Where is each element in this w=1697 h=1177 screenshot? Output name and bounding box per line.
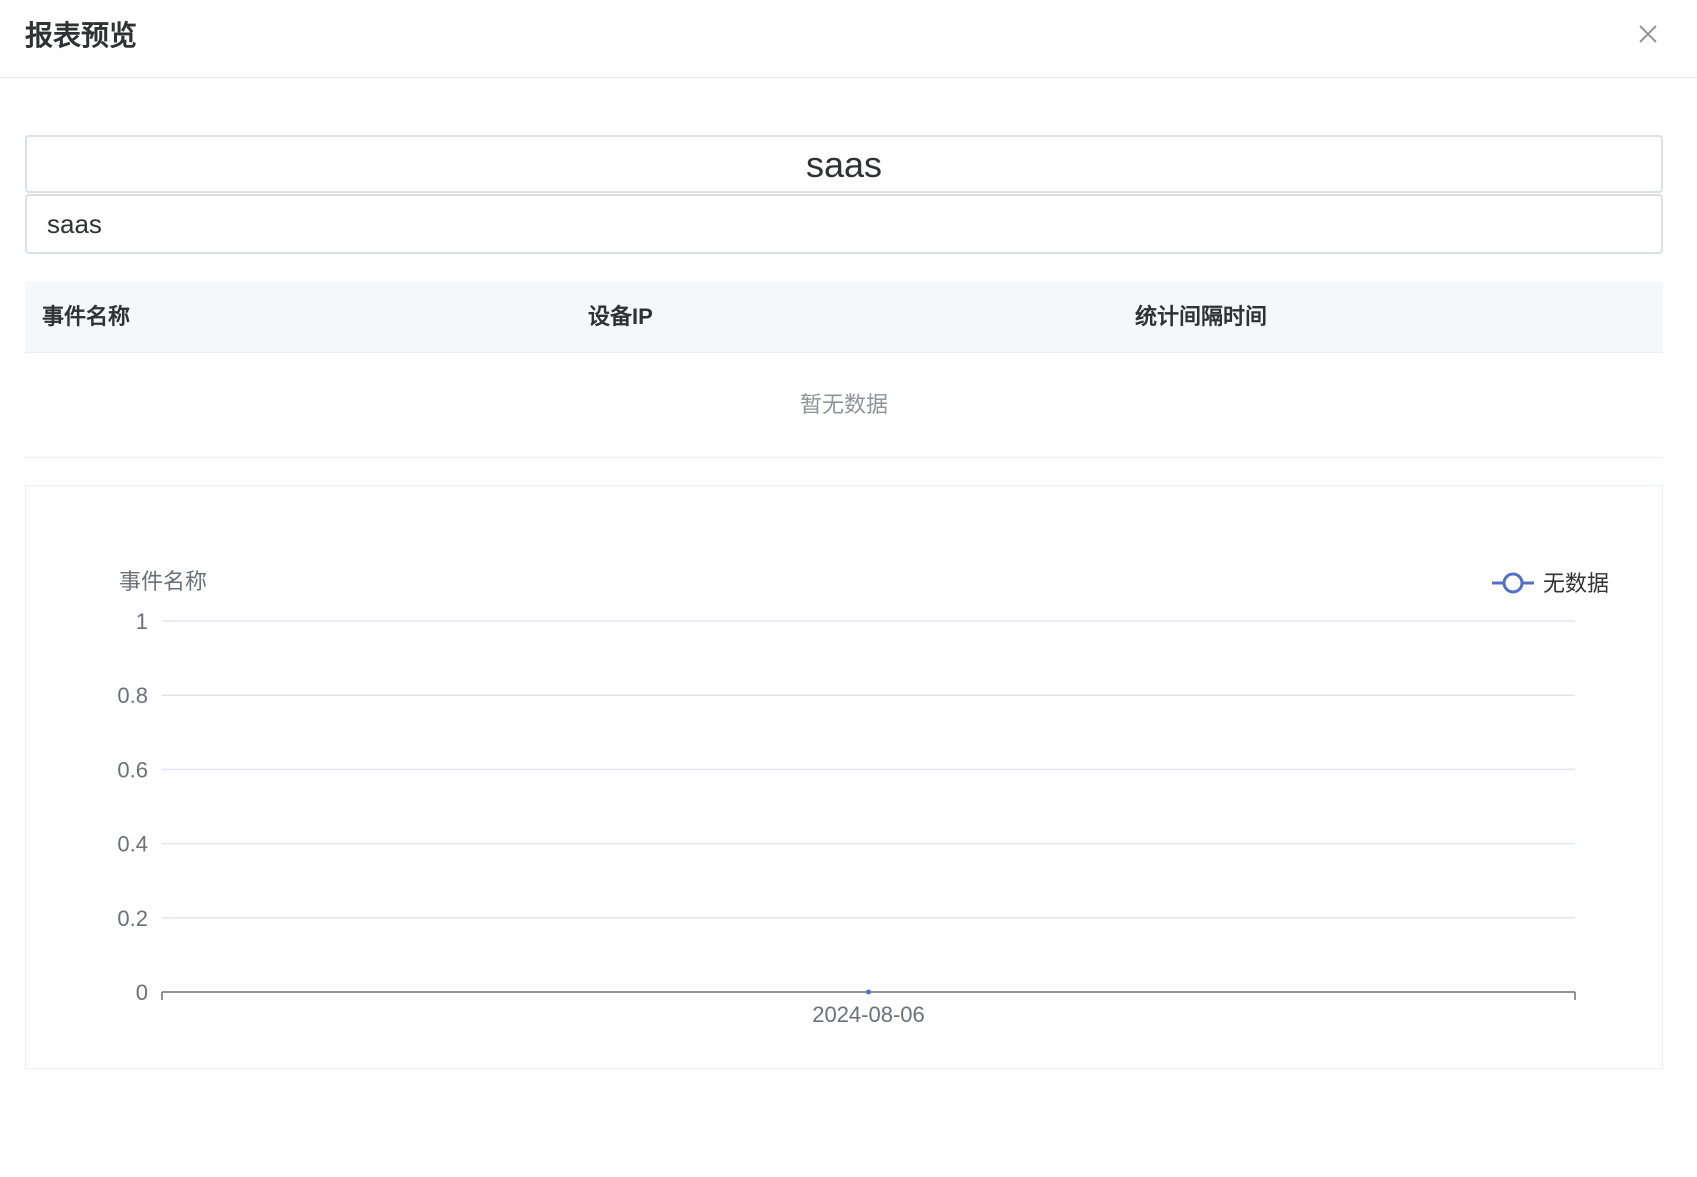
y-tick-label: 0.4 <box>117 832 148 857</box>
y-tick-label: 0.2 <box>117 906 148 931</box>
x-tick-label: 2024-08-06 <box>812 1002 925 1027</box>
legend-label: 无数据 <box>1543 571 1609 596</box>
chart-panel: 事件名称 0 0.2 0.4 0.6 0.8 1 2024-08-06 无数据 <box>25 485 1663 1069</box>
y-tick-label: 0 <box>136 980 148 1005</box>
y-axis-label: 事件名称 <box>119 569 207 594</box>
report-subtitle: saas <box>25 194 1663 254</box>
column-header-interval: 统计间隔时间 <box>1135 304 1268 329</box>
y-tick-label: 0.6 <box>117 757 148 782</box>
line-chart: 事件名称 0 0.2 0.4 0.6 0.8 1 2024-08-06 无数据 <box>117 569 1609 1027</box>
close-icon <box>1639 25 1657 43</box>
close-button[interactable] <box>1628 14 1668 54</box>
table-empty-text: 暂无数据 <box>25 353 1663 458</box>
dialog-header: 报表预览 <box>0 0 1697 78</box>
column-header-device-ip: 设备IP <box>588 304 653 329</box>
y-tick-label: 1 <box>136 609 148 634</box>
column-header-event-name: 事件名称 <box>42 304 131 329</box>
dialog-title: 报表预览 <box>25 20 138 51</box>
table-header: 事件名称 设备IP 统计间隔时间 <box>25 282 1663 353</box>
legend-marker-icon <box>1502 572 1524 594</box>
report-title: saas <box>25 135 1663 193</box>
y-tick-label: 0.8 <box>117 683 148 708</box>
data-table: 事件名称 设备IP 统计间隔时间 暂无数据 <box>25 282 1663 458</box>
data-point <box>866 989 871 995</box>
